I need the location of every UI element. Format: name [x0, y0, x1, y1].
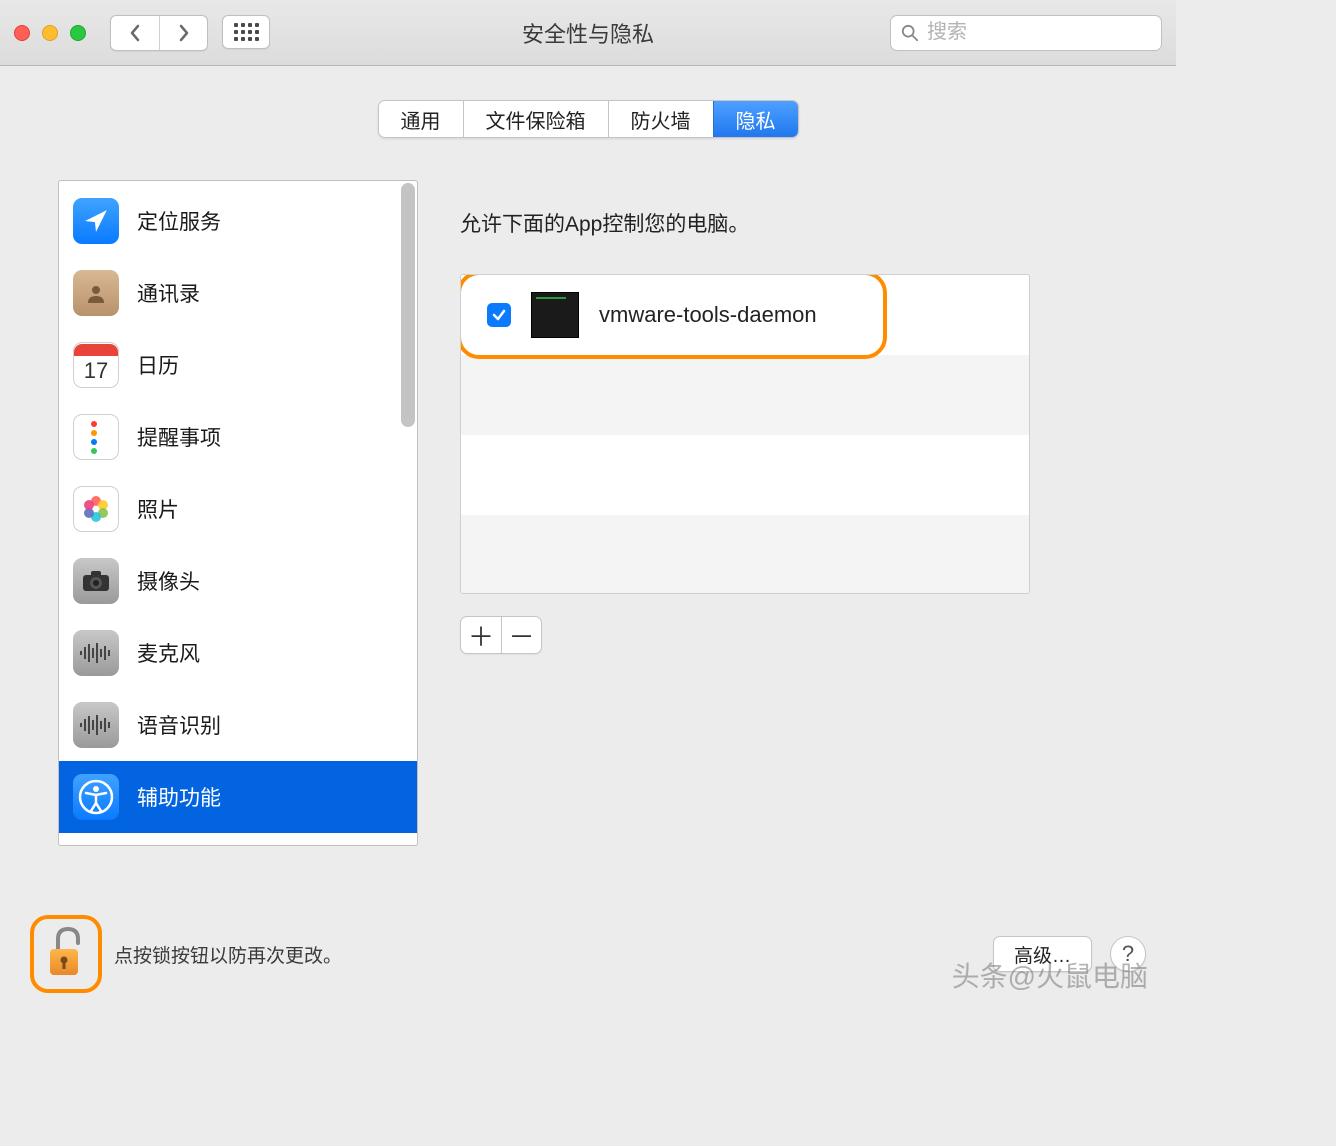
show-all-button[interactable] [222, 15, 270, 49]
app-list-row [461, 515, 1029, 594]
sidebar-item-contacts[interactable]: 通讯录 [67, 257, 399, 329]
window-close-button[interactable] [14, 25, 30, 41]
scrollbar-thumb[interactable] [401, 183, 415, 427]
remove-app-button[interactable]: － [501, 617, 541, 653]
app-list-row [461, 355, 1029, 435]
speech-icon [73, 702, 119, 748]
titlebar: 安全性与隐私 [0, 0, 1176, 66]
grid-icon [234, 23, 259, 41]
sidebar-item-microphone[interactable]: 麦克风 [67, 617, 399, 689]
app-list-row [461, 435, 1029, 515]
advanced-button[interactable]: 高级… [993, 936, 1092, 972]
sidebar-item-location[interactable]: 定位服务 [67, 185, 399, 257]
tab-general[interactable]: 通用 [379, 101, 463, 137]
chevron-right-icon [177, 24, 191, 42]
app-permission-list: vmware-tools-daemon [460, 274, 1030, 594]
search-input[interactable] [927, 21, 1151, 44]
lock-button[interactable] [44, 925, 88, 984]
tab-bar: 通用 文件保险箱 防火墙 隐私 [378, 100, 799, 138]
add-app-button[interactable]: ＋ [461, 617, 501, 653]
reminders-icon [73, 414, 119, 460]
sidebar-item-label: 语音识别 [137, 710, 221, 740]
checkmark-icon [491, 307, 507, 323]
sidebar-item-reminders[interactable]: 提醒事项 [67, 401, 399, 473]
sidebar-item-calendar[interactable]: 17 日历 [67, 329, 399, 401]
sidebar-item-photos[interactable]: 照片 [67, 473, 399, 545]
accessibility-icon [73, 774, 119, 820]
chevron-left-icon [128, 24, 142, 42]
photos-icon [73, 486, 119, 532]
sidebar-item-label: 提醒事项 [137, 422, 221, 452]
lock-description: 点按锁按钮以防再次更改。 [114, 941, 342, 968]
sidebar-item-speech[interactable]: 语音识别 [67, 689, 399, 761]
app-list-row[interactable]: vmware-tools-daemon [461, 275, 1029, 355]
window-minimize-button[interactable] [42, 25, 58, 41]
tab-privacy[interactable]: 隐私 [713, 101, 798, 137]
contacts-icon [73, 270, 119, 316]
tab-firewall[interactable]: 防火墙 [608, 101, 713, 137]
app-permission-checkbox[interactable] [487, 303, 511, 327]
forward-button[interactable] [159, 16, 207, 50]
sidebar-item-label: 定位服务 [137, 206, 221, 236]
app-icon [531, 292, 579, 338]
search-icon [901, 24, 919, 42]
unlocked-padlock-icon [44, 925, 88, 979]
sidebar-item-label: 麦克风 [137, 638, 200, 668]
calendar-icon: 17 [73, 342, 119, 388]
sidebar-item-label: 摄像头 [137, 566, 200, 596]
sidebar-item-accessibility[interactable]: 辅助功能 [59, 761, 417, 833]
sidebar-item-label: 辅助功能 [137, 782, 221, 812]
back-button[interactable] [111, 16, 159, 50]
sidebar-item-label: 日历 [137, 350, 179, 380]
location-icon [73, 198, 119, 244]
microphone-icon [73, 630, 119, 676]
section-heading: 允许下面的App控制您的电脑。 [460, 208, 1118, 238]
search-field[interactable] [890, 15, 1162, 51]
help-button[interactable]: ? [1110, 936, 1146, 972]
sidebar-item-camera[interactable]: 摄像头 [67, 545, 399, 617]
window-zoom-button[interactable] [70, 25, 86, 41]
privacy-category-list: 定位服务 通讯录 17 日历 [58, 180, 418, 846]
sidebar-item-label: 通讯录 [137, 278, 200, 308]
app-name-label: vmware-tools-daemon [599, 302, 817, 328]
tab-filevault[interactable]: 文件保险箱 [463, 101, 608, 137]
sidebar-item-label: 照片 [137, 494, 179, 524]
camera-icon [73, 558, 119, 604]
